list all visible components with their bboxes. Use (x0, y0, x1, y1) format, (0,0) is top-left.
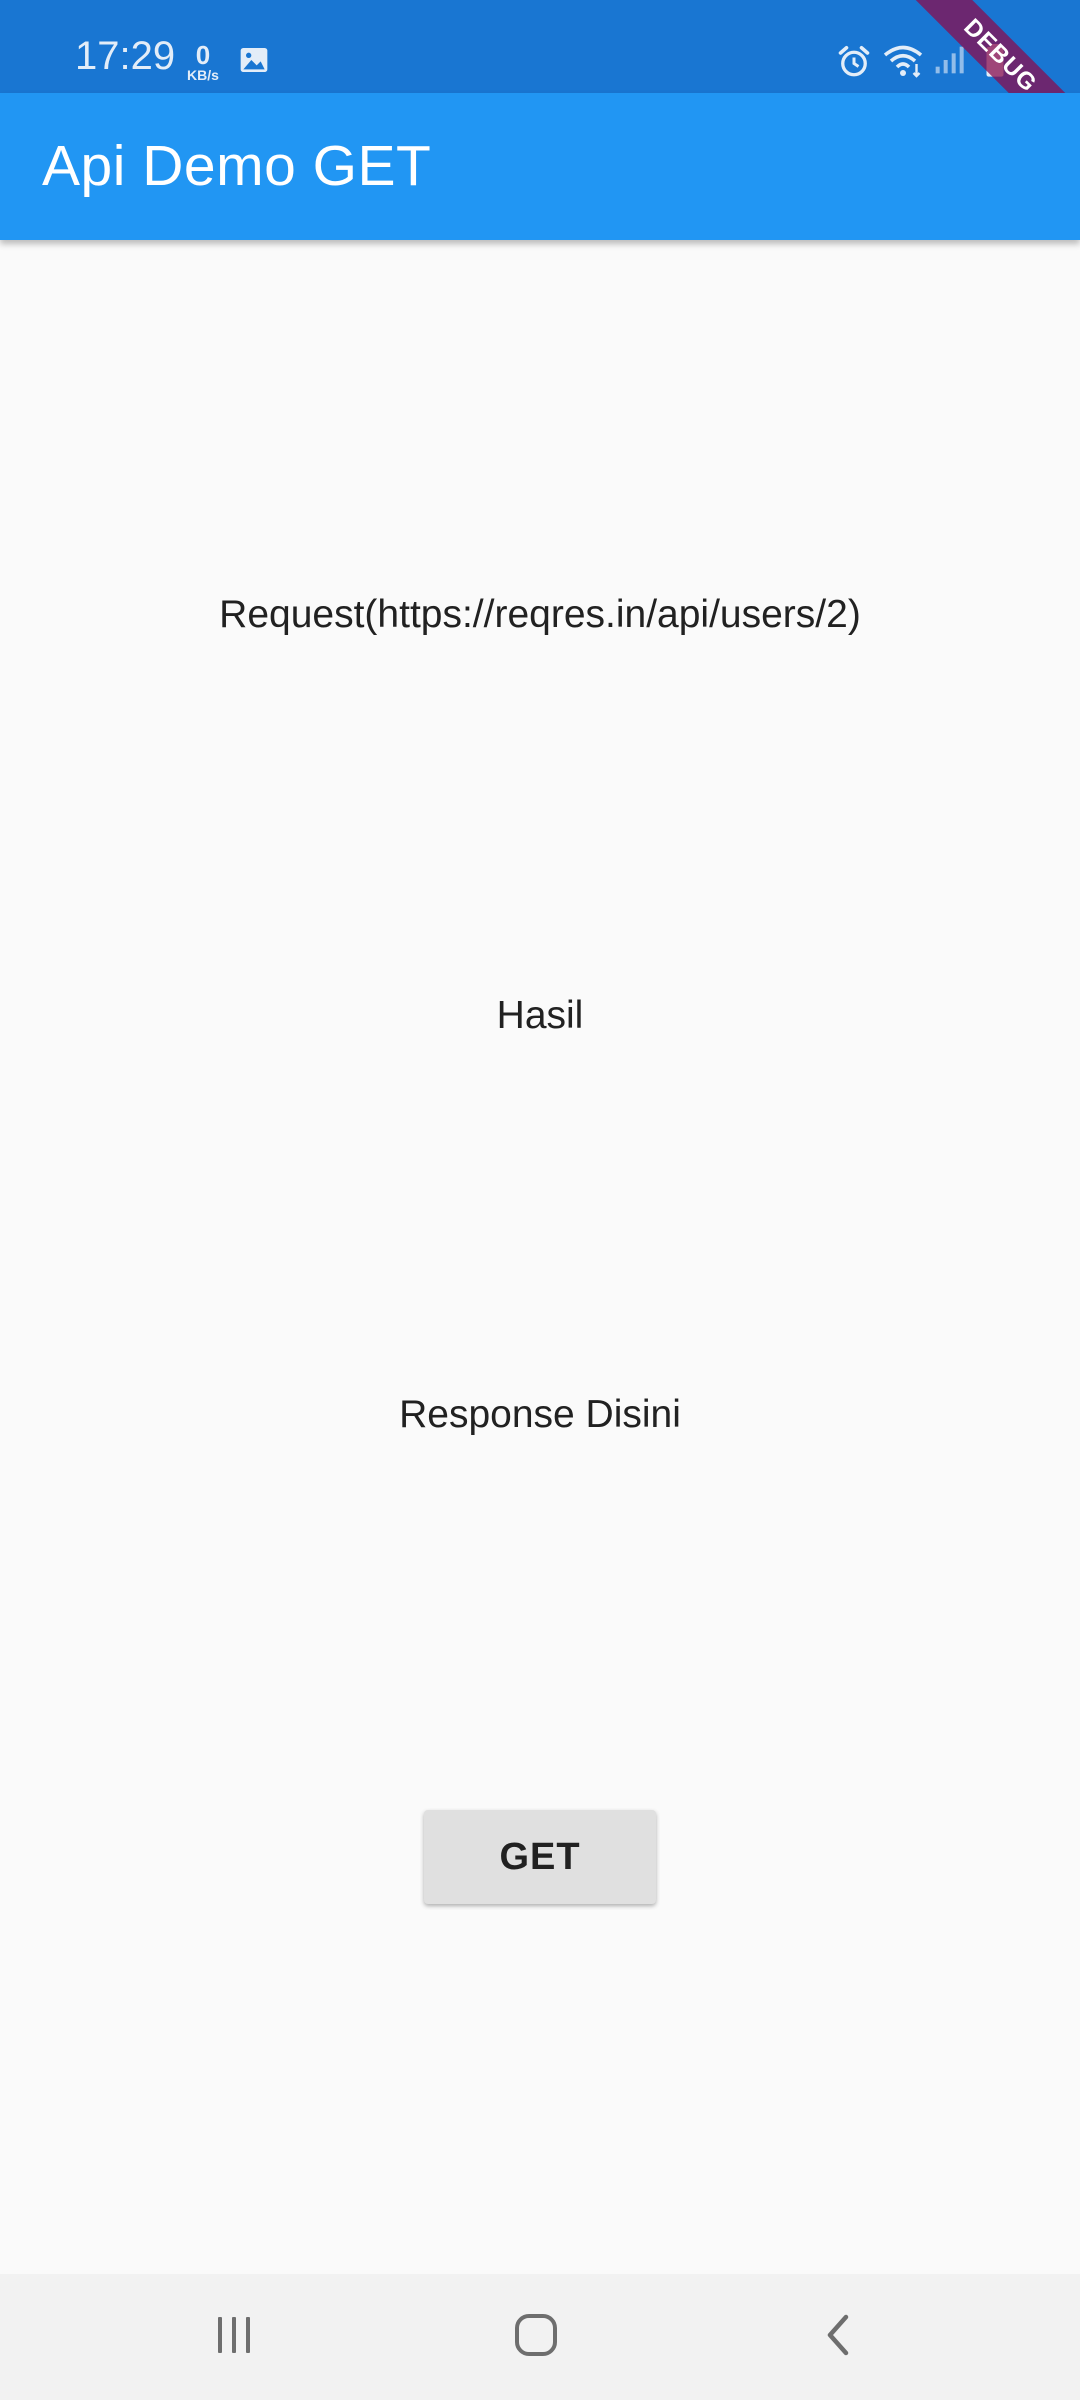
network-speed-unit: KB/s (187, 67, 219, 83)
app-screen: 17:29 0 KB/s DEBUG Api Demo GET Request(… (0, 0, 1080, 2400)
app-title: Api Demo GET (42, 134, 432, 198)
result-label: Hasil (496, 994, 584, 1037)
response-label: Response Disini (399, 1393, 681, 1436)
status-time: 17:29 (75, 34, 176, 78)
request-label: Request(https://reqres.in/api/users/2) (219, 593, 861, 636)
wifi-icon (882, 44, 924, 83)
home-button[interactable] (436, 2274, 636, 2400)
back-icon (818, 2312, 858, 2363)
back-button[interactable] (738, 2274, 938, 2400)
navigation-bar (0, 2274, 1080, 2400)
status-bar: 17:29 0 KB/s DEBUG (0, 0, 1080, 177)
recents-icon (212, 2313, 256, 2362)
home-icon (513, 2312, 559, 2363)
get-button[interactable]: GET (424, 1810, 656, 1904)
gallery-icon (238, 44, 270, 81)
recents-button[interactable] (134, 2274, 334, 2400)
signal-icon (932, 44, 966, 81)
network-speed: 0 KB/s (183, 42, 223, 82)
network-speed-value: 0 (195, 40, 211, 70)
alarm-icon (836, 44, 872, 85)
app-bar: Api Demo GET (0, 93, 1080, 240)
